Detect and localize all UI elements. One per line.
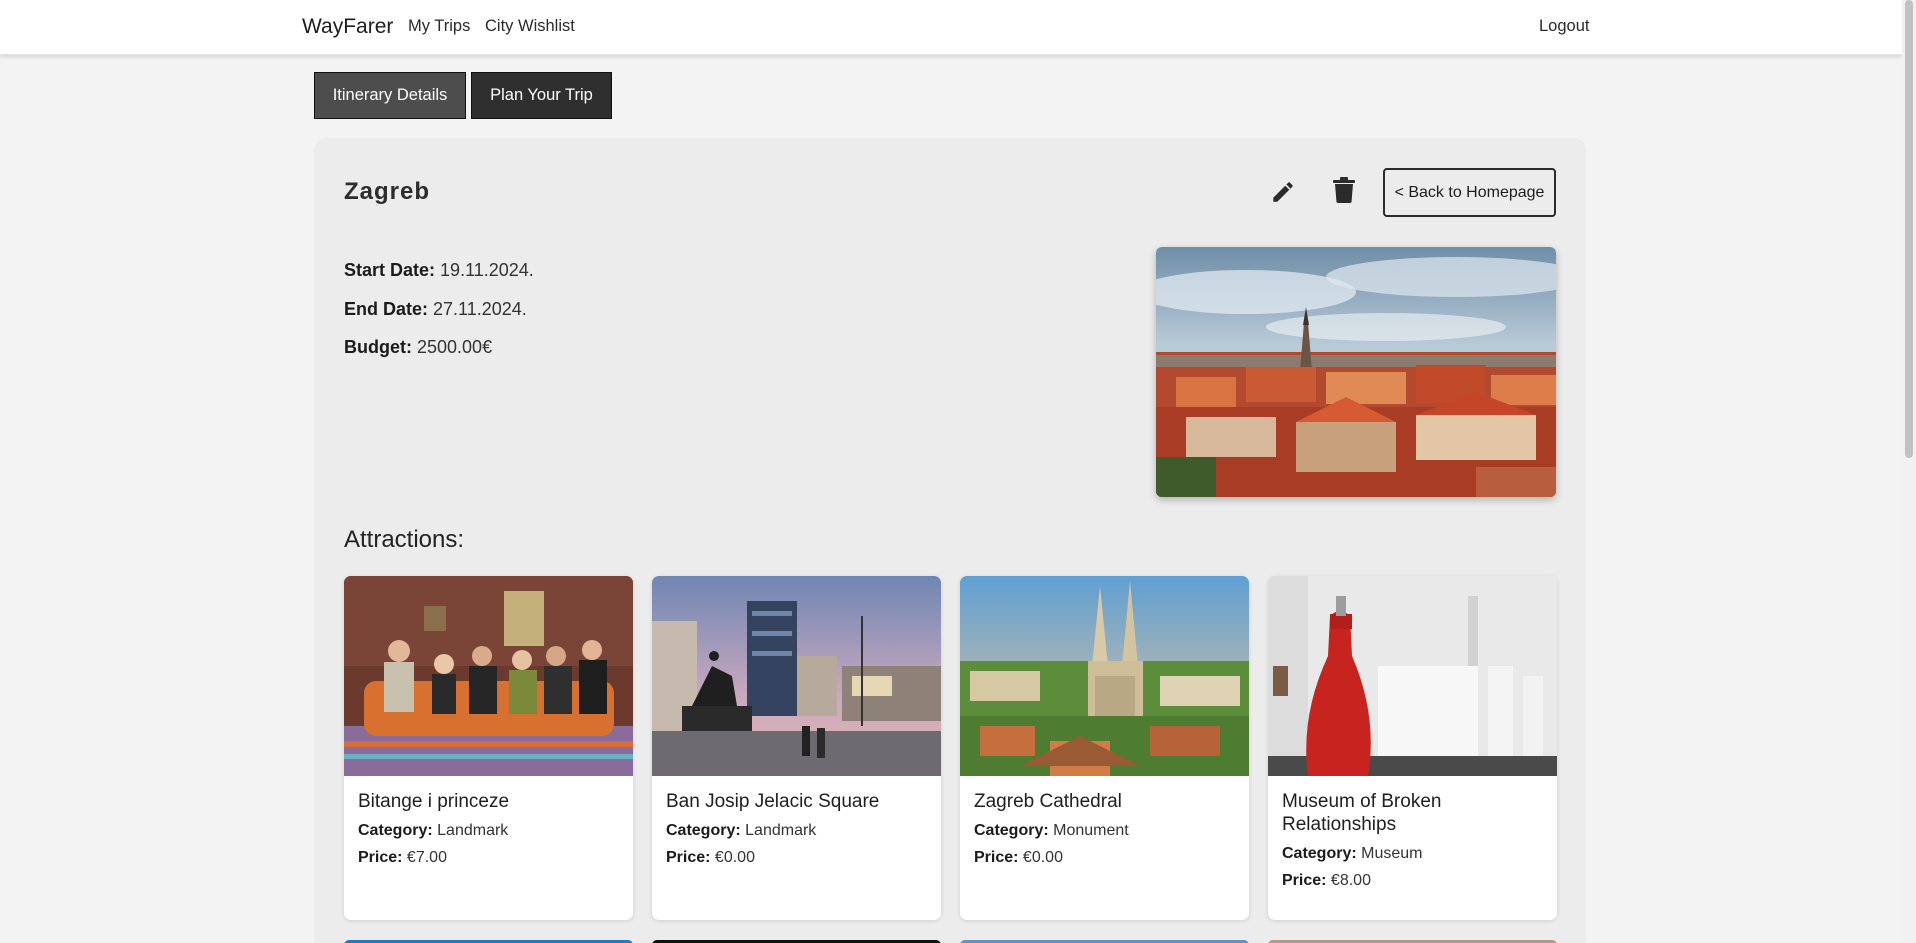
- attraction-name: Ban Josip Jelacic Square: [666, 791, 880, 812]
- budget: Budget: 2500.00€: [344, 337, 492, 358]
- attraction-price: Price: €8.00: [1282, 872, 1543, 890]
- attraction-image: [960, 576, 1249, 776]
- category-value: Museum: [1361, 845, 1423, 862]
- price-value: €7.00: [406, 849, 447, 866]
- end-date: End Date: 27.11.2024.: [344, 299, 527, 320]
- price-label: Price:: [666, 849, 711, 866]
- start-date-value: 19.11.2024.: [440, 260, 534, 280]
- category-value: Monument: [1053, 822, 1129, 839]
- nav-my-trips[interactable]: My Trips: [408, 17, 470, 36]
- price-label: Price:: [1282, 872, 1327, 889]
- budget-value: 2500.00€: [417, 337, 493, 357]
- attractions-heading: Attractions:: [344, 526, 465, 553]
- city-photo: [1156, 247, 1556, 497]
- price-label: Price:: [974, 849, 1019, 866]
- pencil-icon[interactable]: [1270, 179, 1296, 205]
- nav-city-wishlist[interactable]: City Wishlist: [485, 17, 575, 36]
- attraction-card-cathedral[interactable]: Zagreb Cathedral Category: Monument Pric…: [960, 576, 1249, 920]
- price-label: Price:: [358, 849, 403, 866]
- attraction-category: Category: Monument: [974, 822, 1235, 840]
- brand-logo[interactable]: WayFarer: [302, 15, 393, 39]
- attraction-price: Price: €0.00: [974, 849, 1235, 867]
- price-value: €0.00: [714, 849, 755, 866]
- attraction-card-bitange[interactable]: Bitange i princeze Category: Landmark Pr…: [344, 576, 633, 920]
- top-navbar: WayFarer My Trips City Wishlist Logout: [0, 0, 1902, 55]
- attraction-name: Museum of Broken Relationships: [1282, 791, 1442, 835]
- attraction-category: Category: Museum: [1282, 845, 1543, 863]
- tab-itinerary-details[interactable]: Itinerary Details: [314, 72, 466, 119]
- budget-label: Budget:: [344, 337, 412, 357]
- attraction-category: Category: Landmark: [358, 822, 619, 840]
- attraction-price: Price: €7.00: [358, 849, 619, 867]
- attraction-name: Bitange i princeze: [358, 791, 510, 812]
- attraction-card-broken-relationships[interactable]: Museum of Broken Relationships Category:…: [1268, 576, 1557, 920]
- scrollbar-thumb[interactable]: [1905, 0, 1913, 458]
- attraction-image: [652, 576, 941, 776]
- price-value: €8.00: [1330, 872, 1371, 889]
- page-scrollbar[interactable]: [1902, 0, 1916, 943]
- attraction-card-jelacic[interactable]: Ban Josip Jelacic Square Category: Landm…: [652, 576, 941, 920]
- category-label: Category:: [666, 822, 741, 839]
- logout-link[interactable]: Logout: [1539, 17, 1589, 36]
- back-to-homepage-button[interactable]: < Back to Homepage: [1383, 168, 1556, 217]
- end-date-value: 27.11.2024.: [433, 299, 527, 319]
- attraction-image: [344, 576, 633, 776]
- price-value: €0.00: [1022, 849, 1063, 866]
- trash-icon[interactable]: [1333, 177, 1355, 203]
- attraction-name: Zagreb Cathedral: [974, 791, 1122, 812]
- end-date-label: End Date:: [344, 299, 429, 319]
- category-label: Category:: [974, 822, 1049, 839]
- attraction-price: Price: €0.00: [666, 849, 927, 867]
- start-date: Start Date: 19.11.2024.: [344, 260, 534, 281]
- category-value: Landmark: [745, 822, 817, 839]
- category-value: Landmark: [437, 822, 509, 839]
- city-title: Zagreb: [344, 178, 431, 205]
- attraction-image: [1268, 576, 1557, 776]
- category-label: Category:: [1282, 845, 1357, 862]
- attraction-category: Category: Landmark: [666, 822, 927, 840]
- category-label: Category:: [358, 822, 433, 839]
- start-date-label: Start Date:: [344, 260, 436, 280]
- tab-plan-your-trip[interactable]: Plan Your Trip: [471, 72, 612, 119]
